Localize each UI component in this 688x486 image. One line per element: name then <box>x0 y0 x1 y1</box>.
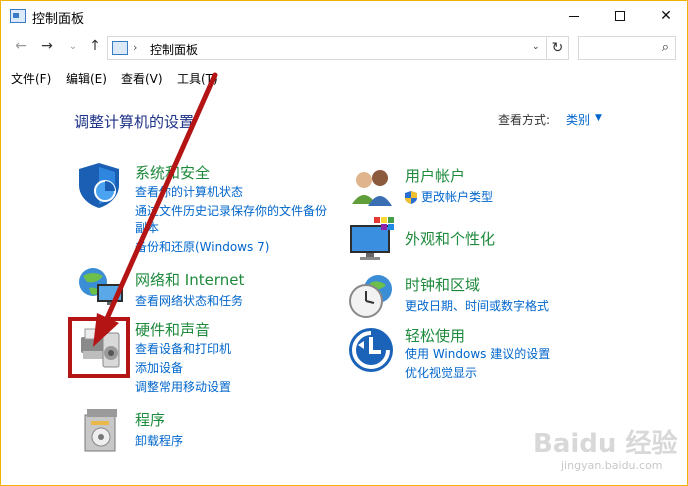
chevron-down-icon[interactable]: ▼ <box>595 113 602 123</box>
close-icon: ✕ <box>660 8 672 24</box>
shield-uac-icon <box>405 189 417 204</box>
recent-locations-button[interactable]: ⌄ <box>63 41 83 52</box>
maximize-button[interactable] <box>597 1 643 31</box>
link-file-history[interactable]: 通过文件历史记录保存你的文件备份 <box>135 202 327 219</box>
appearance-icon[interactable] <box>348 217 398 263</box>
menu-edit[interactable]: 编辑(E) <box>66 70 107 87</box>
link-change-date-time-format[interactable]: 更改日期、时间或数字格式 <box>405 297 549 314</box>
category-programs[interactable]: 程序 <box>135 409 165 430</box>
category-appearance[interactable]: 外观和个性化 <box>405 228 495 249</box>
breadcrumb-separator[interactable]: › <box>133 41 137 54</box>
window-title: 控制面板 <box>32 12 85 27</box>
link-change-account-type[interactable]: 更改帐户类型 <box>421 188 493 205</box>
refresh-button[interactable]: ↻ <box>547 36 569 60</box>
up-button[interactable]: ↑ <box>85 38 105 54</box>
link-view-computer-status[interactable]: 查看你的计算机状态 <box>135 183 243 200</box>
minimize-icon <box>569 15 579 17</box>
forward-button[interactable]: → <box>37 38 57 54</box>
link-recommended-settings[interactable]: 使用 Windows 建议的设置 <box>405 345 550 362</box>
search-input[interactable]: ⌕ <box>578 36 676 60</box>
category-network[interactable]: 网络和 Internet <box>135 269 244 290</box>
breadcrumb[interactable]: 控制面板 <box>150 41 198 58</box>
title-bar: 控制面板 ✕ <box>1 1 687 31</box>
link-network-status[interactable]: 查看网络状态和任务 <box>135 292 243 309</box>
address-dropdown-icon[interactable]: ⌄ <box>532 42 540 52</box>
shield-icon[interactable] <box>75 161 123 209</box>
page-title: 调整计算机的设置 <box>74 113 195 131</box>
link-uninstall-program[interactable]: 卸载程序 <box>135 432 183 449</box>
highlight-box <box>68 317 130 378</box>
baidu-watermark: Baidu 经验 jingyan.baidu.com <box>533 423 683 483</box>
programs-icon[interactable] <box>81 407 121 453</box>
category-system-security[interactable]: 系统和安全 <box>135 162 210 183</box>
watermark-brand: Baidu 经验 <box>533 429 678 459</box>
control-panel-icon <box>112 41 128 55</box>
link-backup-restore[interactable]: 备份和还原(Windows 7) <box>135 238 269 255</box>
category-hardware-sound[interactable]: 硬件和声音 <box>135 319 210 340</box>
navigation-bar: ← → ⌄ ↑ › 控制面板 ⌄ ↻ ⌕ <box>1 34 687 62</box>
minimize-button[interactable] <box>551 1 597 31</box>
link-add-device[interactable]: 添加设备 <box>135 359 183 376</box>
category-ease-of-access[interactable]: 轻松使用 <box>405 325 465 346</box>
menu-bar: 文件(F) 编辑(E) 查看(V) 工具(T) <box>1 67 687 89</box>
control-panel-icon <box>10 9 26 23</box>
link-optimize-display[interactable]: 优化视觉显示 <box>405 364 477 381</box>
close-button[interactable]: ✕ <box>643 1 688 31</box>
watermark-url: jingyan.baidu.com <box>561 459 663 472</box>
category-clock-region[interactable]: 时钟和区域 <box>405 274 480 295</box>
link-mobility-settings[interactable]: 调整常用移动设置 <box>135 378 231 395</box>
network-icon[interactable] <box>75 266 125 308</box>
maximize-icon <box>615 11 625 21</box>
users-icon[interactable] <box>348 166 396 208</box>
link-file-history-cont[interactable]: 副本 <box>135 219 159 236</box>
view-by-dropdown[interactable]: 类别 <box>566 111 590 128</box>
view-by-label: 查看方式: <box>498 113 551 127</box>
accessibility-icon[interactable] <box>348 327 394 373</box>
menu-view[interactable]: 查看(V) <box>121 70 163 87</box>
clock-icon[interactable] <box>348 273 396 319</box>
control-panel-window: 控制面板 ✕ ← → ⌄ ↑ › 控制面板 ⌄ ↻ ⌕ 文件(F) 编辑(E) … <box>0 0 688 486</box>
menu-tools[interactable]: 工具(T) <box>177 70 218 87</box>
address-bar[interactable]: › 控制面板 ⌄ <box>107 36 547 60</box>
link-devices-printers[interactable]: 查看设备和打印机 <box>135 340 231 357</box>
menu-file[interactable]: 文件(F) <box>11 70 51 87</box>
category-user-accounts[interactable]: 用户帐户 <box>405 165 465 186</box>
back-button[interactable]: ← <box>11 38 31 54</box>
search-icon: ⌕ <box>661 40 669 55</box>
